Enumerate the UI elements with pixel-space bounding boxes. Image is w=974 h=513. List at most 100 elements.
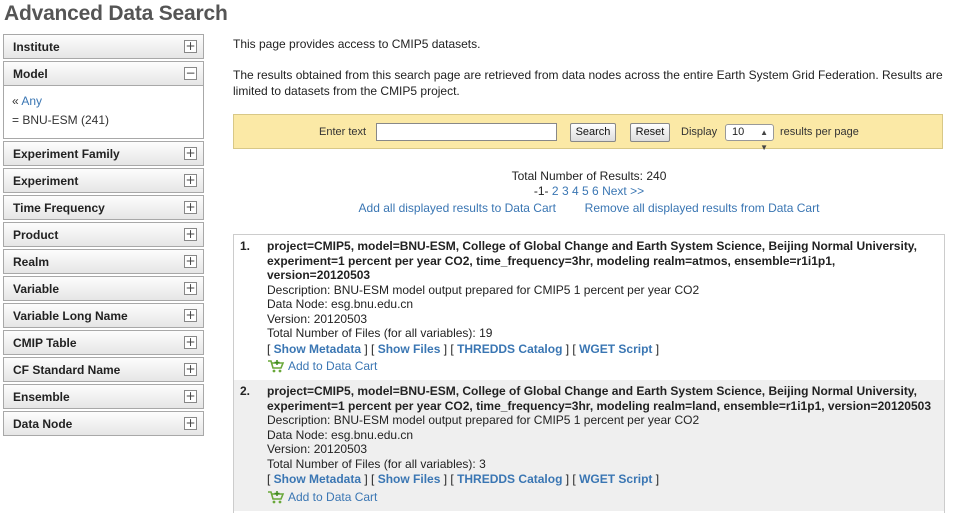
facet-realm[interactable]: Realm + <box>3 249 204 274</box>
add-to-cart-row: Add to Data Cart <box>267 490 938 505</box>
result-version: Version: 20120503 <box>267 311 368 326</box>
per-page-label: results per page <box>780 126 859 138</box>
results-per-page-select[interactable]: 10 ▲ ▼ <box>725 124 774 152</box>
result-links: [ Show Metadata ] [ Show Files ] [ THRED… <box>267 472 660 486</box>
add-to-cart-link[interactable]: Add to Data Cart <box>288 490 377 505</box>
collapse-icon[interactable]: − <box>184 67 197 80</box>
facet-variable-long-name[interactable]: Variable Long Name + <box>3 303 204 328</box>
show-metadata-link[interactable]: Show Metadata <box>274 472 361 486</box>
expand-icon[interactable]: + <box>184 363 197 376</box>
result-description: Description: BNU-ESM model output prepar… <box>267 282 700 297</box>
search-input[interactable] <box>376 123 557 141</box>
enter-text-label: Enter text <box>319 126 367 138</box>
thredds-catalog-link[interactable]: THREDDS Catalog <box>457 342 562 356</box>
result-number: 1. <box>240 239 251 253</box>
cart-add-icon <box>267 490 285 505</box>
facet-experiment-family[interactable]: Experiment Family + <box>3 141 204 166</box>
facet-data-node[interactable]: Data Node + <box>3 411 204 436</box>
any-prefix: « <box>12 94 22 108</box>
facet-label: Model <box>13 67 48 81</box>
search-bar: Enter text Search Reset Display 10 ▲ ▼ re… <box>233 114 943 152</box>
facet-any-row: « Any <box>12 92 195 111</box>
expand-icon[interactable]: + <box>184 174 197 187</box>
facet-institute[interactable]: Institute + <box>3 34 204 59</box>
page-link[interactable]: 3 <box>562 184 569 198</box>
results-per-page-value: 10 <box>732 126 745 138</box>
facet-label: Product <box>13 228 59 242</box>
remove-all-from-cart-link[interactable]: Remove all displayed results from Data C… <box>585 201 820 215</box>
result-item: 2. project=CMIP5, model=BNU-ESM, College… <box>234 380 944 511</box>
facet-label: CMIP Table <box>13 336 77 350</box>
facet-label: Time Frequency <box>13 201 105 215</box>
facet-sidebar: Institute + Model − « Any = BNU-ESM (241… <box>3 34 204 438</box>
result-file-count: Total Number of Files (for all variables… <box>267 456 486 471</box>
expand-icon[interactable]: + <box>184 282 197 295</box>
result-list: 1. project=CMIP5, model=BNU-ESM, College… <box>233 234 945 513</box>
page-link[interactable]: 5 <box>582 184 589 198</box>
page-link[interactable]: 4 <box>572 184 579 198</box>
facet-ensemble[interactable]: Ensemble + <box>3 384 204 409</box>
facet-label: Variable <box>13 282 60 296</box>
thredds-catalog-link[interactable]: THREDDS Catalog <box>457 472 562 486</box>
pagination: -1- 2 3 4 5 6 Next >> <box>233 184 945 199</box>
facet-cmip-table[interactable]: CMIP Table + <box>3 330 204 355</box>
result-number: 2. <box>240 384 251 398</box>
total-results: Total Number of Results: 240 <box>511 169 667 183</box>
expand-icon[interactable]: + <box>184 228 197 241</box>
facet-selected-row: = BNU-ESM (241) <box>12 111 195 130</box>
page-link[interactable]: 2 <box>552 184 559 198</box>
facet-model-values: « Any = BNU-ESM (241) <box>3 86 204 139</box>
facet-label: Data Node <box>13 417 73 431</box>
facet-label: Realm <box>13 255 50 269</box>
add-to-cart-row: Add to Data Cart <box>267 359 938 374</box>
facet-any-link[interactable]: Any <box>21 94 42 108</box>
show-files-link[interactable]: Show Files <box>378 472 441 486</box>
facet-cf-standard-name[interactable]: CF Standard Name + <box>3 357 204 382</box>
facet-selected-value: BNU-ESM (241) <box>22 113 110 127</box>
result-links: [ Show Metadata ] [ Show Files ] [ THRED… <box>267 341 660 356</box>
expand-icon[interactable]: + <box>184 147 197 160</box>
display-label: Display <box>681 126 718 138</box>
wget-script-link[interactable]: WGET Script <box>579 472 652 486</box>
add-all-to-cart-link[interactable]: Add all displayed results to Data Cart <box>359 201 556 215</box>
show-files-link[interactable]: Show Files <box>378 342 441 356</box>
result-version: Version: 20120503 <box>267 442 368 456</box>
results-summary: Total Number of Results: 240 -1- 2 3 4 5… <box>233 169 945 199</box>
facet-time-frequency[interactable]: Time Frequency + <box>3 195 204 220</box>
expand-icon[interactable]: + <box>184 417 197 430</box>
facet-variable[interactable]: Variable + <box>3 276 204 301</box>
wget-script-link[interactable]: WGET Script <box>579 342 652 356</box>
page-title: Advanced Data Search <box>4 2 228 25</box>
facet-experiment[interactable]: Experiment + <box>3 168 204 193</box>
facet-model[interactable]: Model − <box>3 61 204 86</box>
expand-icon[interactable]: + <box>184 255 197 268</box>
result-title: project=CMIP5, model=BNU-ESM, College of… <box>267 384 931 413</box>
current-page: -1- <box>533 184 549 198</box>
reset-button[interactable]: Reset <box>630 123 670 142</box>
facet-label: Ensemble <box>13 390 70 404</box>
facet-product[interactable]: Product + <box>3 222 204 247</box>
expand-icon[interactable]: + <box>184 336 197 349</box>
page-link[interactable]: 6 <box>592 184 599 198</box>
intro-description: The results obtained from this search pa… <box>233 68 943 98</box>
result-file-count: Total Number of Files (for all variables… <box>267 326 493 340</box>
expand-icon[interactable]: + <box>184 201 197 214</box>
facet-label: Variable Long Name <box>13 309 128 323</box>
cart-actions: Add all displayed results to Data Cart R… <box>233 201 945 215</box>
add-to-cart-link[interactable]: Add to Data Cart <box>288 359 377 374</box>
search-button[interactable]: Search <box>570 123 616 142</box>
facet-label: Institute <box>13 40 60 54</box>
selected-prefix: = <box>12 113 23 127</box>
result-data-node: Data Node: esg.bnu.edu.cn <box>267 297 414 311</box>
select-arrows-icon: ▲ ▼ <box>760 128 768 152</box>
facet-label: CF Standard Name <box>13 363 121 377</box>
expand-icon[interactable]: + <box>184 40 197 53</box>
expand-icon[interactable]: + <box>184 309 197 322</box>
facet-label: Experiment Family <box>13 147 120 161</box>
next-page-link[interactable]: Next >> <box>602 184 644 198</box>
expand-icon[interactable]: + <box>184 390 197 403</box>
result-title: project=CMIP5, model=BNU-ESM, College of… <box>267 239 917 282</box>
show-metadata-link[interactable]: Show Metadata <box>274 342 361 356</box>
facet-label: Experiment <box>13 174 79 188</box>
result-data-node: Data Node: esg.bnu.edu.cn <box>267 427 414 442</box>
